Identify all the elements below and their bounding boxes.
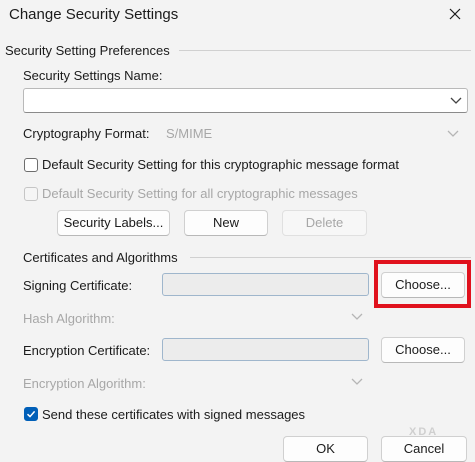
chevron-down-icon bbox=[351, 378, 363, 385]
group-title-preferences: Security Setting Preferences bbox=[5, 43, 170, 58]
chevron-down-icon bbox=[351, 313, 363, 320]
encryption-algorithm-label: Encryption Algorithm: bbox=[23, 376, 146, 391]
close-button[interactable] bbox=[444, 3, 466, 25]
window-title: Change Security Settings bbox=[9, 6, 179, 23]
default-all-checkbox[interactable] bbox=[24, 187, 38, 201]
cryptography-format-value: S/MIME bbox=[166, 126, 213, 141]
cryptography-format-select[interactable]: S/MIME bbox=[161, 121, 468, 146]
chevron-down-icon bbox=[447, 130, 459, 137]
watermark-logo: XDA bbox=[409, 426, 439, 438]
chevron-down-icon bbox=[450, 97, 462, 104]
hash-algorithm-label: Hash Algorithm: bbox=[23, 311, 115, 326]
group-divider bbox=[179, 50, 471, 51]
hash-algorithm-select[interactable] bbox=[162, 304, 369, 328]
cryptography-format-label: Cryptography Format: bbox=[23, 126, 150, 141]
send-certificates-label: Send these certificates with signed mess… bbox=[42, 407, 306, 422]
default-format-checkbox[interactable] bbox=[24, 158, 38, 172]
signing-certificate-field[interactable] bbox=[162, 273, 369, 296]
encryption-certificate-field[interactable] bbox=[162, 338, 369, 361]
encryption-choose-button[interactable]: Choose... bbox=[381, 337, 465, 363]
signing-certificate-label: Signing Certificate: bbox=[23, 278, 133, 293]
default-all-label: Default Security Setting for all cryptog… bbox=[42, 186, 358, 201]
cancel-button[interactable]: Cancel bbox=[381, 436, 467, 462]
default-format-label: Default Security Setting for this crypto… bbox=[42, 157, 399, 172]
security-labels-button[interactable]: Security Labels... bbox=[57, 210, 170, 236]
encryption-algorithm-select[interactable] bbox=[162, 369, 369, 393]
delete-button[interactable]: Delete bbox=[282, 210, 367, 236]
group-title-certificates: Certificates and Algorithms bbox=[23, 250, 178, 265]
security-settings-name-label: Security Settings Name: bbox=[23, 68, 163, 83]
ok-button[interactable]: OK bbox=[283, 436, 368, 462]
new-button[interactable]: New bbox=[184, 210, 268, 236]
encryption-certificate-label: Encryption Certificate: bbox=[23, 343, 151, 358]
group-divider bbox=[190, 257, 471, 258]
checkmark-icon bbox=[26, 410, 36, 418]
signing-choose-button[interactable]: Choose... bbox=[381, 272, 465, 298]
close-icon bbox=[449, 8, 461, 20]
security-settings-name-combobox[interactable] bbox=[23, 88, 468, 113]
send-certificates-checkbox[interactable] bbox=[24, 407, 38, 421]
